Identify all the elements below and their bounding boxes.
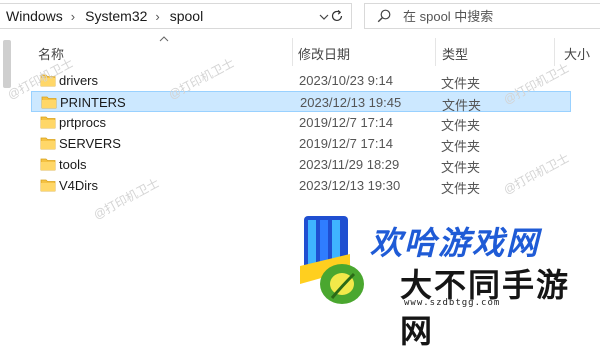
file-name: V4Dirs [59, 178, 99, 193]
column-size[interactable]: 大小 [564, 44, 590, 63]
file-name: PRINTERS [60, 95, 126, 110]
search-input[interactable] [401, 7, 585, 25]
column-divider[interactable] [554, 38, 555, 66]
file-name: SERVERS [59, 136, 121, 151]
folder-icon [40, 158, 56, 171]
column-header: 名称 修改日期 类型 大小 [14, 36, 600, 66]
address-path[interactable]: Windows › System32 › spool [0, 3, 352, 29]
list-item-servers[interactable]: SERVERS 2019/12/7 17:14 文件夹 [31, 133, 571, 154]
sort-up-icon [159, 34, 169, 45]
column-divider[interactable] [292, 38, 293, 66]
scrollbar-thumb[interactable] [3, 40, 11, 88]
file-name: drivers [59, 73, 99, 88]
list-item-v4dirs[interactable]: V4Dirs 2023/12/13 19:30 文件夹 [31, 175, 571, 196]
list-item-prtprocs[interactable]: prtprocs 2019/12/7 17:14 文件夹 [31, 112, 571, 133]
file-date: 2023/12/13 19:30 [299, 178, 401, 193]
list-item-drivers[interactable]: drivers 2023/10/23 9:14 文件夹 [31, 70, 571, 91]
navigation-pane [0, 34, 14, 309]
folder-icon [41, 96, 57, 109]
file-type: 文件夹 [441, 118, 481, 133]
search-icon [377, 9, 391, 23]
refresh-button[interactable] [324, 3, 350, 29]
site-logo-url: www.szdbtgg.com [404, 298, 501, 308]
breadcrumb-windows[interactable]: Windows [0, 8, 67, 24]
file-type: 文件夹 [441, 139, 481, 154]
breadcrumb-separator: › [155, 8, 160, 24]
file-date: 2023/11/29 18:29 [299, 157, 400, 172]
site-logo-top-text: 欢哈游戏网 [370, 224, 541, 262]
file-type: 文件夹 [441, 181, 481, 196]
file-name: tools [59, 157, 87, 172]
breadcrumb-spool[interactable]: spool [164, 8, 207, 24]
file-date: 2023/10/23 9:14 [299, 73, 393, 88]
file-date: 2019/12/7 17:14 [299, 115, 393, 130]
site-logo-icon [300, 216, 364, 304]
folder-icon [40, 137, 56, 150]
file-name: prtprocs [59, 115, 106, 130]
search-box[interactable] [364, 3, 600, 29]
column-type[interactable]: 类型 [442, 44, 468, 63]
column-date[interactable]: 修改日期 [298, 44, 350, 63]
breadcrumb-system32[interactable]: System32 [79, 8, 151, 24]
site-logo: 欢哈游戏网 大不同手游网 www.szdbtgg.com [296, 212, 600, 350]
file-type: 文件夹 [441, 76, 481, 91]
list-item-tools[interactable]: tools 2023/11/29 18:29 文件夹 [31, 154, 571, 175]
file-date: 2023/12/13 19:45 [300, 95, 402, 110]
file-date: 2019/12/7 17:14 [299, 136, 393, 151]
file-type: 文件夹 [441, 160, 481, 175]
refresh-icon [331, 10, 343, 22]
breadcrumb-separator: › [70, 8, 76, 24]
column-divider[interactable] [435, 38, 436, 66]
folder-icon [40, 179, 56, 192]
list-item-printers[interactable]: PRINTERS 2023/12/13 19:45 文件夹 [31, 91, 571, 113]
folder-icon [40, 116, 56, 129]
address-bar: Windows › System32 › spool [0, 0, 600, 34]
